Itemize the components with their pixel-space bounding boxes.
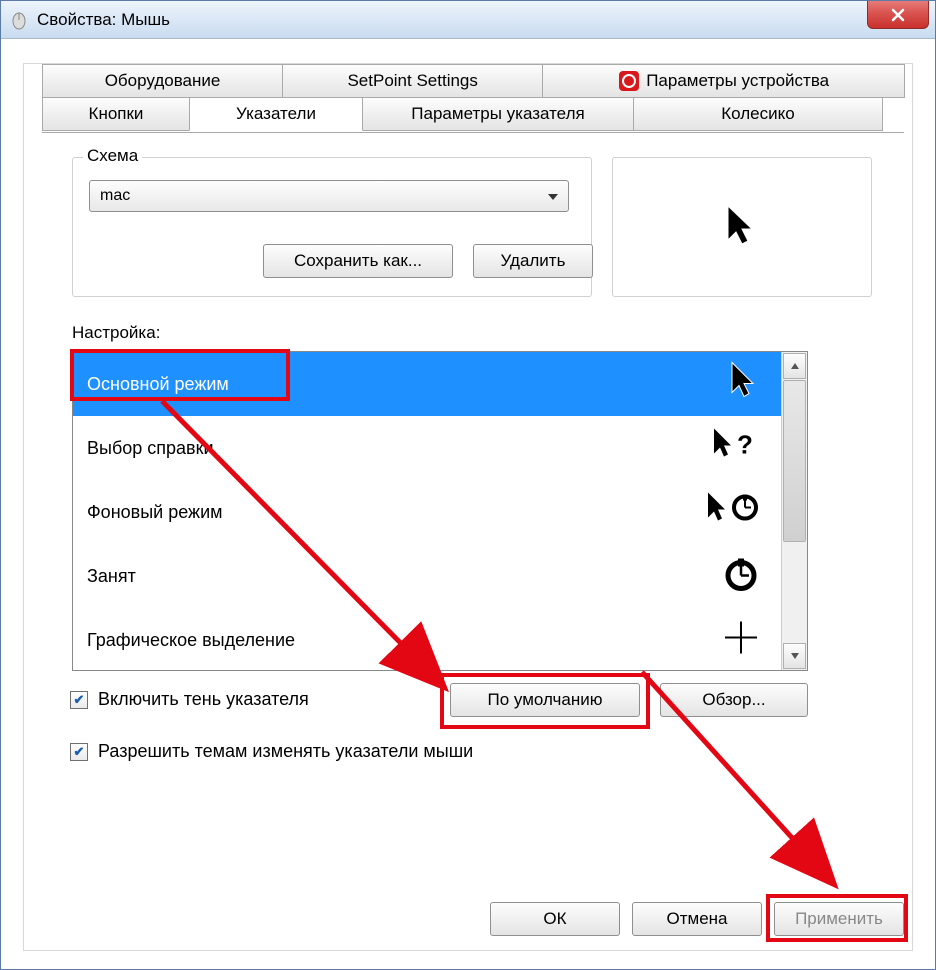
scheme-fieldset: Схема mac Сохранить как... Удалить: [72, 157, 592, 297]
close-button[interactable]: [867, 1, 929, 29]
checkbox-label: Разрешить темам изменять указатели мыши: [98, 741, 473, 762]
check-icon: ✔: [74, 744, 85, 760]
titlebar: Свойства: Мышь: [1, 1, 935, 39]
cursor-preview: [612, 157, 872, 297]
save-as-button[interactable]: Сохранить как...: [263, 244, 453, 278]
cursor-listbox[interactable]: Основной режим Выбор справки ? Фоновый р…: [72, 351, 808, 671]
tab-body: Схема mac Сохранить как... Удалить Настр…: [42, 132, 904, 950]
cancel-button[interactable]: Отмена: [632, 902, 762, 936]
mouse-icon: [9, 10, 29, 30]
delete-button[interactable]: Удалить: [473, 244, 593, 278]
scroll-thumb[interactable]: [783, 380, 806, 542]
tabs-row-2: Кнопки Указатели Параметры указателя Кол…: [42, 97, 904, 131]
list-item[interactable]: Занят: [73, 544, 781, 608]
tab-setpoint[interactable]: SetPoint Settings: [282, 64, 543, 98]
list-item[interactable]: Выбор справки ?: [73, 416, 781, 480]
dialog-content: Оборудование SetPoint Settings Параметры…: [23, 63, 913, 951]
cursor-help-icon: ?: [711, 426, 761, 471]
list-item[interactable]: Основной режим: [73, 352, 781, 416]
window-title: Свойства: Мышь: [37, 10, 170, 30]
tab-buttons[interactable]: Кнопки: [42, 97, 190, 131]
tabs-row-1: Оборудование SetPoint Settings Параметры…: [42, 64, 904, 98]
scroll-track[interactable]: [782, 380, 807, 642]
apply-button[interactable]: Применить: [774, 902, 904, 936]
browse-button[interactable]: Обзор...: [660, 683, 808, 717]
checkbox-row-shadow[interactable]: ✔ Включить тень указателя: [70, 689, 309, 710]
window-frame: Свойства: Мышь Оборудование SetPoint Set…: [0, 0, 936, 970]
list-item[interactable]: Фоновый режим: [73, 480, 781, 544]
settings-label: Настройка:: [72, 323, 160, 343]
checkbox-row-themes[interactable]: ✔ Разрешить темам изменять указатели мыш…: [70, 741, 473, 762]
cursor-normal-icon: [727, 360, 761, 409]
scroll-down-button[interactable]: [783, 643, 806, 669]
cursor-busy-icon: [721, 554, 761, 599]
list-items: Основной режим Выбор справки ? Фоновый р…: [73, 352, 781, 670]
tab-wheel[interactable]: Колесико: [633, 97, 883, 131]
scroll-up-button[interactable]: [783, 353, 806, 379]
close-icon: [891, 8, 905, 22]
tab-hardware[interactable]: Оборудование: [42, 64, 283, 98]
cursor-arrow-icon: [722, 202, 762, 252]
tab-device-params[interactable]: Параметры устройства: [542, 64, 905, 98]
scheme-value: mac: [100, 187, 130, 205]
list-item[interactable]: Графическое выделение: [73, 608, 781, 670]
chevron-up-icon: [790, 362, 800, 370]
chevron-down-icon: [790, 652, 800, 660]
logitech-icon: [618, 70, 640, 92]
tab-pointers[interactable]: Указатели: [189, 97, 363, 131]
cursor-precision-icon: [721, 618, 761, 663]
chevron-down-icon: [546, 190, 560, 204]
ok-button[interactable]: ОК: [490, 902, 620, 936]
svg-text:?: ?: [737, 430, 753, 460]
scheme-legend: Схема: [83, 146, 142, 166]
checkbox[interactable]: ✔: [70, 743, 88, 761]
scheme-combobox[interactable]: mac: [89, 180, 569, 212]
checkbox-label: Включить тень указателя: [98, 689, 309, 710]
checkbox[interactable]: ✔: [70, 691, 88, 709]
cursor-working-icon: [705, 490, 761, 535]
tab-pointer-options[interactable]: Параметры указателя: [362, 97, 634, 131]
dialog-buttons: ОК Отмена Применить: [490, 902, 904, 936]
check-icon: ✔: [74, 692, 85, 708]
scrollbar[interactable]: [781, 352, 807, 670]
default-button[interactable]: По умолчанию: [450, 683, 640, 717]
